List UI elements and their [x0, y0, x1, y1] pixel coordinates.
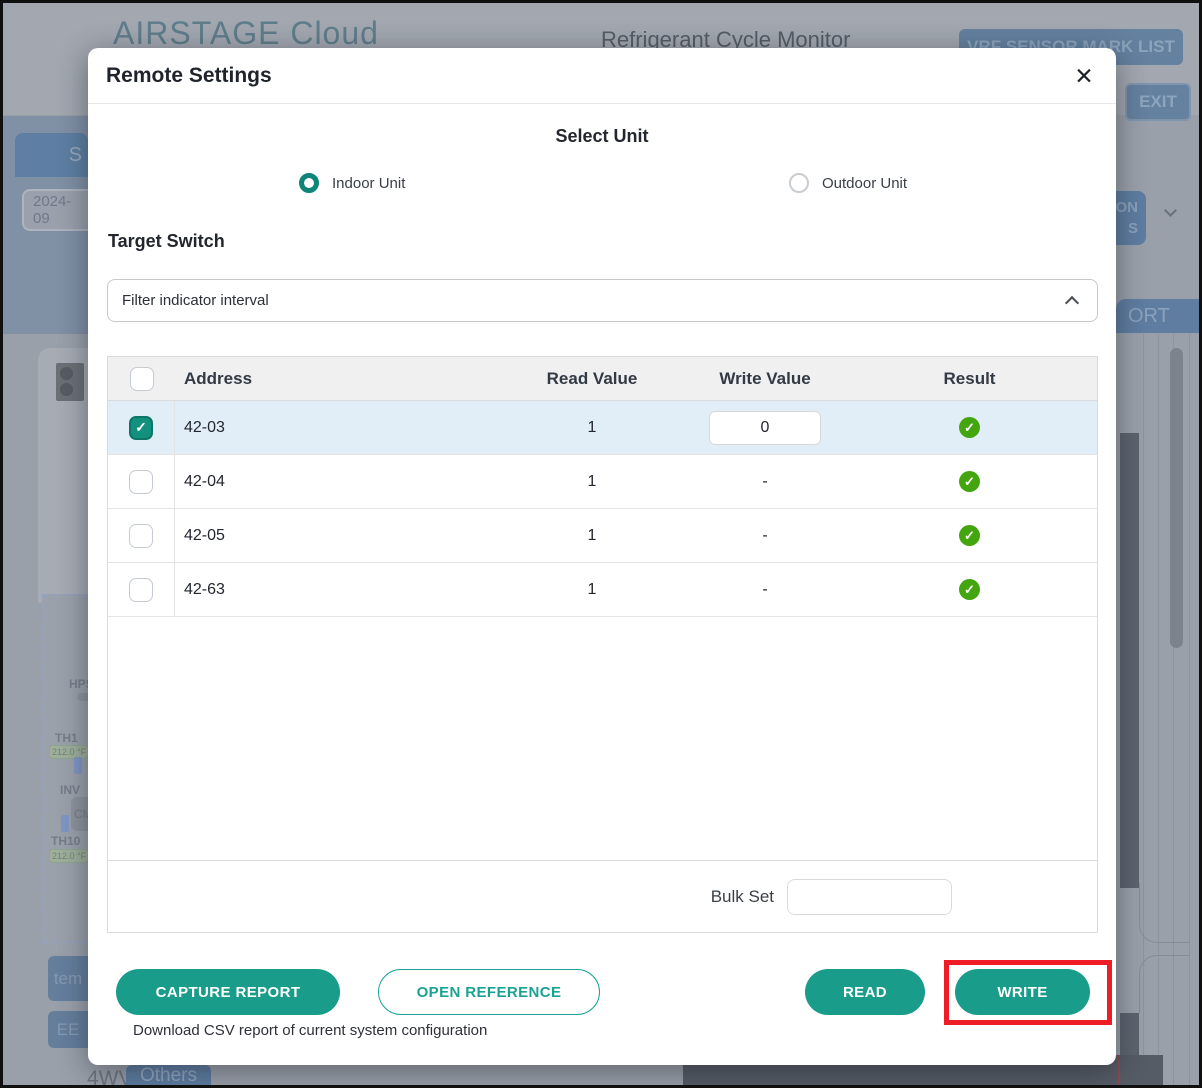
capture-report-button[interactable]: CAPTURE REPORT	[116, 969, 340, 1015]
cell-read-value: 1	[494, 581, 690, 599]
radio-indoor-unit[interactable]: Indoor Unit	[299, 173, 405, 193]
table-row: ✓ 42-03 1 ✓	[108, 401, 1097, 455]
cell-address: 42-63	[175, 581, 494, 599]
pipe-icon	[61, 815, 69, 832]
th1-temp-badge: 212.0 °F	[49, 745, 89, 759]
cell-address: 42-05	[175, 527, 494, 545]
chevron-up-icon	[1065, 296, 1079, 310]
row-checkbox[interactable]	[129, 524, 153, 548]
success-check-icon: ✓	[959, 471, 980, 492]
radio-label: Indoor Unit	[332, 175, 405, 192]
csv-caption: Download CSV report of current system co…	[133, 1022, 487, 1039]
dialog-title: Remote Settings	[106, 64, 272, 88]
cell-read-value: 1	[494, 419, 690, 437]
success-check-icon: ✓	[959, 525, 980, 546]
backdrop-pipe-curve	[1139, 955, 1189, 1013]
cell-write-value: -	[690, 527, 840, 545]
others-tab[interactable]: Others	[126, 1065, 211, 1088]
bulk-set-group: ↑	[787, 879, 952, 915]
th10-temp-badge: 212.0 °F	[49, 849, 89, 863]
radio-selected-icon	[299, 173, 319, 193]
bulk-set-label: Bulk Set	[711, 887, 774, 907]
backdrop-dark-panel	[1120, 1013, 1139, 1057]
col-address: Address	[175, 369, 494, 389]
col-read-value: Read Value	[494, 369, 690, 389]
backdrop-left-tab[interactable]: S	[15, 133, 88, 177]
cell-address: 42-03	[175, 419, 494, 437]
radio-unselected-icon	[789, 173, 809, 193]
col-result: Result	[840, 369, 1099, 389]
exit-button[interactable]: EXIT	[1125, 83, 1191, 121]
on-fragment: ON	[1116, 197, 1139, 218]
divider	[88, 103, 1116, 104]
inv-label: INV	[60, 783, 80, 797]
success-check-icon: ✓	[959, 579, 980, 600]
backdrop-red-tick	[1118, 1055, 1120, 1088]
switch-table: Address Read Value Write Value Result ✓ …	[107, 356, 1098, 933]
radio-outdoor-unit[interactable]: Outdoor Unit	[789, 173, 907, 193]
bulk-set-input[interactable]	[788, 880, 952, 914]
dropdown-value: Filter indicator interval	[122, 292, 1067, 309]
write-value-input[interactable]	[709, 411, 821, 445]
th10-label: TH10	[51, 834, 80, 848]
row-checkbox[interactable]	[129, 578, 153, 602]
table-header-row: Address Read Value Write Value Result	[108, 357, 1097, 401]
airstage-cloud-logo: AIRSTAGE Cloud	[113, 15, 379, 52]
temp-button-fragment[interactable]: tem	[48, 956, 88, 1001]
date-picker-field[interactable]: 2024-09	[22, 189, 88, 231]
bulk-set-row: Bulk Set ↑	[108, 860, 1097, 932]
read-button[interactable]: READ	[805, 969, 925, 1015]
th1-label: TH1	[55, 731, 78, 745]
row-checkbox[interactable]	[129, 470, 153, 494]
chevron-down-icon	[1164, 204, 1177, 217]
write-button[interactable]: WRITE	[955, 969, 1090, 1015]
table-row: 42-63 1 - ✓	[108, 563, 1097, 617]
target-switch-heading: Target Switch	[108, 231, 225, 252]
eev-button-fragment[interactable]: EE	[48, 1011, 88, 1048]
radio-label: Outdoor Unit	[822, 175, 907, 192]
backdrop-gridline	[1189, 334, 1190, 1088]
remote-settings-dialog: Remote Settings ✕ Select Unit Indoor Uni…	[88, 48, 1116, 1065]
export-tab-fragment[interactable]: ORT	[1116, 299, 1202, 333]
pipe-icon	[74, 757, 82, 774]
compressor-box: CM	[71, 797, 88, 831]
success-check-icon: ✓	[959, 417, 980, 438]
cell-write-value: -	[690, 581, 840, 599]
table-empty-area	[108, 617, 1097, 860]
select-unit-heading: Select Unit	[88, 126, 1116, 147]
select-all-checkbox[interactable]	[130, 367, 154, 391]
close-icon[interactable]: ✕	[1068, 60, 1100, 92]
cell-read-value: 1	[494, 473, 690, 491]
backdrop-dropdown-button[interactable]	[1156, 191, 1185, 234]
col-write-value: Write Value	[690, 369, 840, 389]
cell-read-value: 1	[494, 527, 690, 545]
backdrop-dark-panel	[1120, 433, 1139, 888]
table-row: 42-05 1 - ✓	[108, 509, 1097, 563]
cell-address: 42-04	[175, 473, 494, 491]
scrollbar-thumb[interactable]	[1170, 348, 1183, 648]
outdoor-unit-icon	[56, 363, 84, 401]
backdrop-pipe-curve	[1139, 883, 1189, 943]
target-switch-dropdown[interactable]: Filter indicator interval	[107, 279, 1098, 322]
app-screen: AIRSTAGE Cloud Refrigerant Cycle Monitor…	[0, 0, 1202, 1088]
s-fragment: S	[1128, 218, 1138, 239]
cell-write-value: -	[690, 473, 840, 491]
table-row: 42-04 1 - ✓	[108, 455, 1097, 509]
open-reference-button[interactable]: OPEN REFERENCE	[378, 969, 600, 1015]
row-checkbox[interactable]: ✓	[129, 416, 153, 440]
